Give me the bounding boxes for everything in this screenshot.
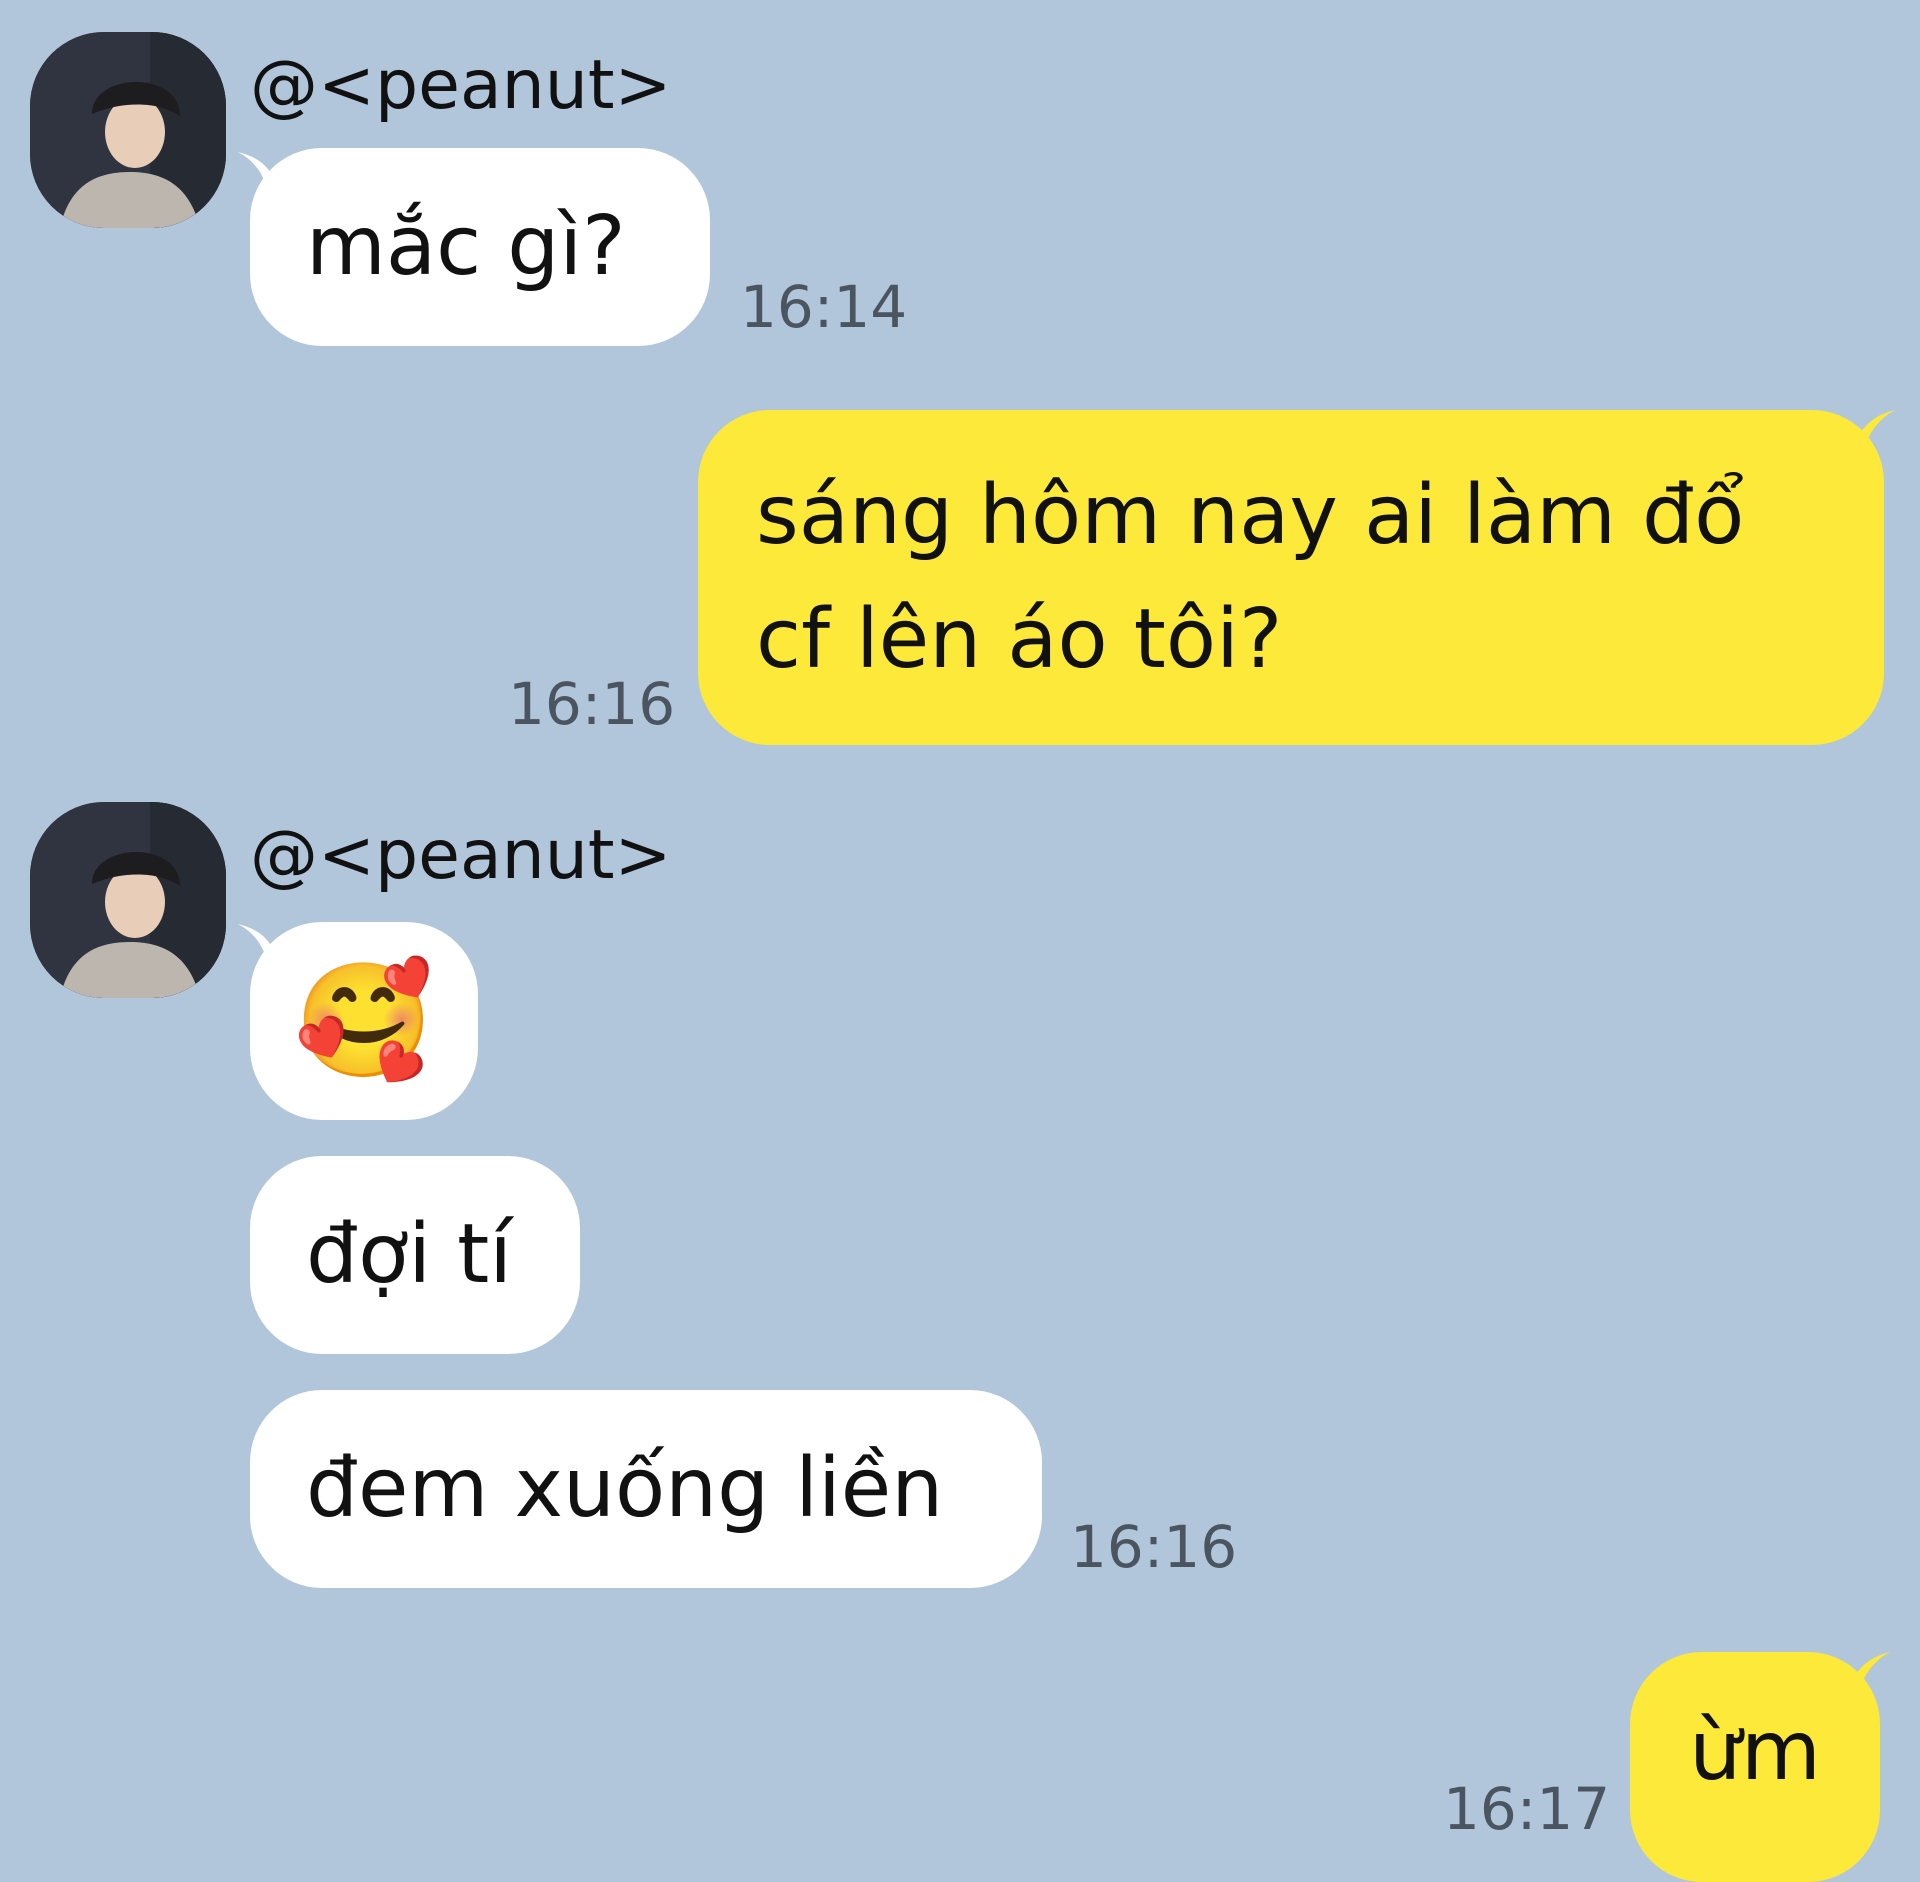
message-bubble[interactable]: 🥰 (250, 922, 478, 1120)
message-text-line: sáng hôm nay ai làm đổ (756, 467, 1745, 563)
message-text: ừm (1689, 1704, 1821, 1799)
message-bubble[interactable]: mắc gì? (250, 148, 710, 346)
message-bubble[interactable]: sáng hôm nay ai làm đổ cf lên áo tôi? (698, 410, 1884, 745)
avatar-photo-icon (30, 802, 226, 998)
message-time: 16:17 (1443, 1775, 1611, 1843)
message-time: 16:16 (508, 670, 676, 738)
message-text: mắc gì? (306, 199, 626, 294)
message-time: 16:16 (1070, 1513, 1238, 1581)
sender-name: @<peanut> (250, 46, 672, 125)
avatar[interactable] (30, 32, 226, 228)
message-text-line: cf lên áo tôi? (756, 591, 1283, 687)
smiling-face-with-hearts-icon: 🥰 (294, 956, 434, 1086)
message-bubble[interactable]: đợi tí (250, 1156, 580, 1354)
message-time: 16:14 (740, 273, 908, 341)
message-bubble[interactable]: ừm (1630, 1652, 1880, 1882)
avatar-photo-icon (30, 32, 226, 228)
avatar[interactable] (30, 802, 226, 998)
sender-name: @<peanut> (250, 816, 672, 895)
message-text: đợi tí (306, 1207, 513, 1302)
message-bubble[interactable]: đem xuống liền (250, 1390, 1042, 1588)
message-text: đem xuống liền (306, 1441, 944, 1536)
